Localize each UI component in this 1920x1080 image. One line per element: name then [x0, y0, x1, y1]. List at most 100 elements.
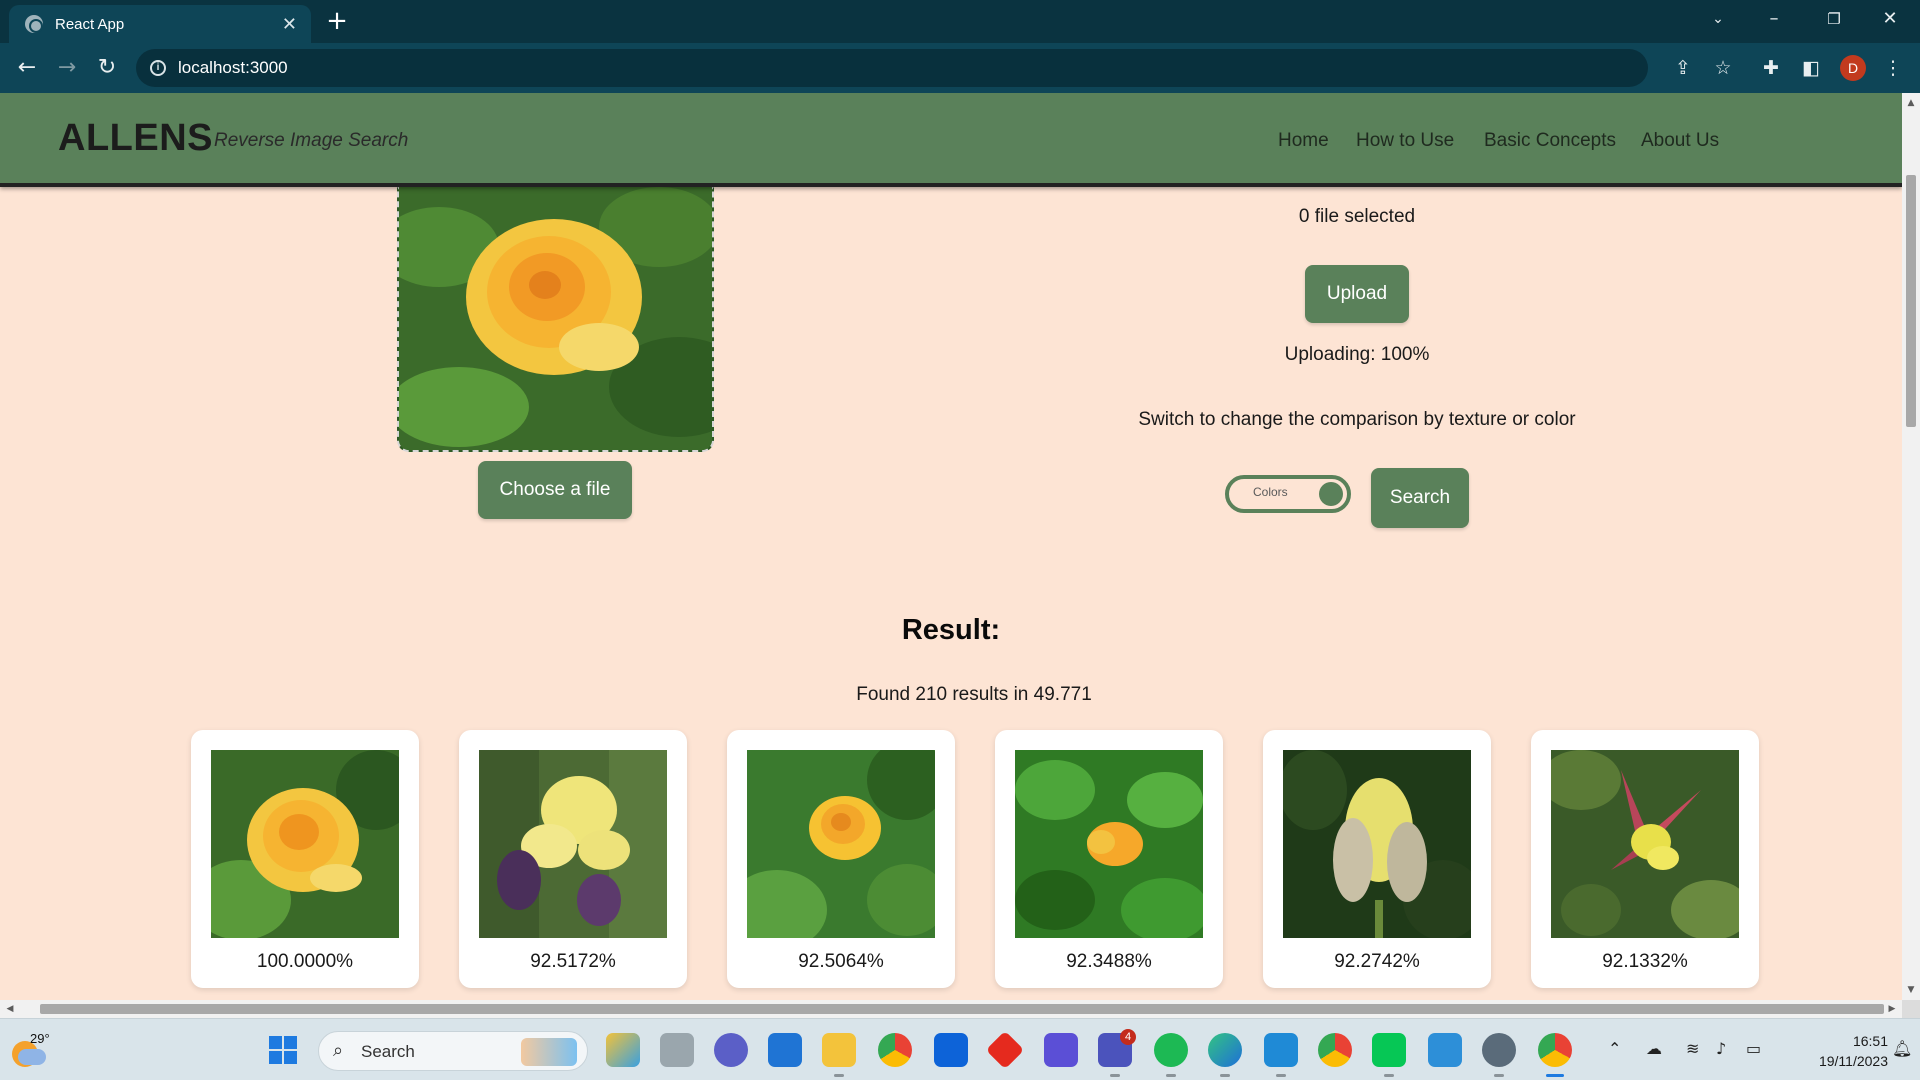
- result-score: 92.1332%: [1602, 951, 1688, 972]
- teams-badge: 4: [1120, 1029, 1136, 1045]
- taskbar-search-box[interactable]: ⌕ Search: [318, 1031, 588, 1071]
- browser-tab[interactable]: React App ✕: [9, 5, 311, 43]
- wifi-icon[interactable]: ≋: [1686, 1039, 1699, 1058]
- browser-tab-strip: React App ✕ + ⌄ – ❐ ✕: [0, 0, 1920, 43]
- running-indicator: [834, 1074, 844, 1077]
- extensions-icon[interactable]: ✚: [1758, 55, 1784, 81]
- scroll-down-icon[interactable]: ▼: [1902, 982, 1920, 998]
- weather-widget[interactable]: 29°: [12, 1031, 50, 1067]
- profile-avatar[interactable]: D: [1840, 55, 1866, 81]
- minimize-icon[interactable]: –: [1746, 0, 1802, 40]
- yellow-rose-image: [399, 187, 712, 450]
- running-indicator: [1166, 1074, 1176, 1077]
- scrollbar-corner: [1902, 1000, 1920, 1018]
- nav-basic-concepts[interactable]: Basic Concepts: [1484, 130, 1616, 152]
- vscode-icon[interactable]: [1264, 1033, 1298, 1067]
- choose-file-button[interactable]: Choose a file: [478, 461, 632, 519]
- notifications-bell-icon[interactable]: 🔔︎: [1892, 1039, 1912, 1058]
- result-card[interactable]: 92.3488%: [995, 730, 1223, 988]
- result-score: 100.0000%: [256, 951, 354, 972]
- edge-icon[interactable]: [1208, 1033, 1242, 1067]
- globe-icon: [25, 15, 43, 33]
- side-panel-icon[interactable]: ◧: [1798, 55, 1824, 81]
- file-status-text: 0 file selected: [1298, 206, 1416, 227]
- address-bar[interactable]: i localhost:3000: [136, 49, 1648, 87]
- nav-home[interactable]: Home: [1278, 130, 1329, 152]
- result-image-yellow-rose: [211, 750, 399, 938]
- result-score: 92.5172%: [530, 951, 616, 972]
- nav-about-us[interactable]: About Us: [1641, 130, 1719, 152]
- chrome-active-icon[interactable]: [1538, 1033, 1572, 1067]
- result-image-yellow-iris: [479, 750, 667, 938]
- tab-search-icon[interactable]: ⌄: [1690, 0, 1746, 40]
- show-hidden-icons-chevron-icon[interactable]: ⌃: [1608, 1039, 1621, 1058]
- result-card[interactable]: 100.0000%: [191, 730, 419, 988]
- file-explorer-icon[interactable]: [822, 1033, 856, 1067]
- share-icon[interactable]: ⇪: [1670, 55, 1696, 81]
- forward-icon[interactable]: →: [52, 53, 82, 83]
- teams-chat-icon[interactable]: [714, 1033, 748, 1067]
- clock-time: 16:51: [1852, 1033, 1888, 1049]
- upload-button[interactable]: Upload: [1305, 265, 1409, 323]
- purple-app-icon[interactable]: [1044, 1033, 1078, 1067]
- bookmark-star-icon[interactable]: ☆: [1710, 55, 1736, 81]
- new-tab-button[interactable]: +: [322, 6, 352, 36]
- window-close-icon[interactable]: ✕: [1862, 0, 1918, 40]
- result-score: 92.2742%: [1334, 951, 1420, 972]
- close-tab-icon[interactable]: ✕: [282, 14, 297, 35]
- dropbox-icon[interactable]: [934, 1033, 968, 1067]
- cloud-icon: [18, 1049, 46, 1065]
- windows-taskbar: 29° ⌕ Search 4 ⌃ ☁ ≋ ♪ ▭ 16:51 19/11/202…: [0, 1018, 1920, 1080]
- photos-icon[interactable]: [1428, 1033, 1462, 1067]
- search-icon: ⌕: [333, 1040, 344, 1060]
- scroll-up-icon[interactable]: ▲: [1902, 95, 1920, 111]
- result-score: 92.5064%: [798, 951, 884, 972]
- result-card[interactable]: 92.1332%: [1531, 730, 1759, 988]
- onedrive-icon[interactable]: ☁: [1646, 1039, 1662, 1058]
- result-image-columbine: [1551, 750, 1739, 938]
- active-app-indicator: [1546, 1074, 1564, 1077]
- vertical-scroll-thumb[interactable]: [1906, 175, 1916, 427]
- battery-icon[interactable]: ▭: [1746, 1039, 1761, 1058]
- back-icon[interactable]: ←: [12, 53, 42, 83]
- search-button[interactable]: Search: [1371, 468, 1469, 528]
- scroll-left-icon[interactable]: ◀: [2, 1000, 18, 1018]
- mail-icon[interactable]: [768, 1033, 802, 1067]
- chrome-profile-icon[interactable]: [1318, 1033, 1352, 1067]
- restore-icon[interactable]: ❐: [1806, 0, 1862, 40]
- comparison-mode-toggle[interactable]: Colors: [1225, 475, 1351, 513]
- menu-kebab-icon[interactable]: ⋮: [1880, 55, 1906, 81]
- scroll-right-icon[interactable]: ▶: [1884, 1000, 1900, 1018]
- clock-date: 19/11/2023: [1818, 1053, 1888, 1069]
- line-icon[interactable]: [1372, 1033, 1406, 1067]
- toggle-knob: [1319, 482, 1343, 506]
- toggle-label: Colors: [1253, 485, 1288, 499]
- result-image-yellow-iris-bud: [1283, 750, 1471, 938]
- running-indicator: [1276, 1074, 1286, 1077]
- nav-how-to-use[interactable]: How to Use: [1356, 130, 1454, 152]
- system-clock[interactable]: 16:51 19/11/2023: [1780, 1031, 1888, 1071]
- result-image-yellow-rose: [747, 750, 935, 938]
- result-card[interactable]: 92.5172%: [459, 730, 687, 988]
- teams-icon[interactable]: 4: [1098, 1029, 1136, 1067]
- uploaded-image-preview[interactable]: [397, 187, 714, 452]
- vertical-scrollbar[interactable]: ▲ ▼: [1902, 93, 1920, 1000]
- taskbar-search-label: Search: [361, 1042, 415, 1061]
- result-card[interactable]: 92.2742%: [1263, 730, 1491, 988]
- horizontal-scrollbar[interactable]: ◀ ▶: [0, 1000, 1902, 1018]
- site-info-icon[interactable]: i: [150, 60, 166, 76]
- reload-icon[interactable]: ↻: [92, 53, 122, 83]
- copilot-app-icon[interactable]: [606, 1033, 640, 1067]
- site-logo[interactable]: ALLENS: [58, 117, 213, 160]
- volume-icon[interactable]: ♪: [1716, 1039, 1726, 1058]
- windows-start-icon[interactable]: [266, 1033, 300, 1067]
- spotify-icon[interactable]: [1154, 1033, 1188, 1067]
- chrome-icon[interactable]: [878, 1033, 912, 1067]
- media-player-icon[interactable]: [1482, 1033, 1516, 1067]
- task-view-icon[interactable]: [660, 1033, 694, 1067]
- result-card[interactable]: 92.5064%: [727, 730, 955, 988]
- result-score: 92.3488%: [1066, 951, 1152, 972]
- running-indicator: [1494, 1074, 1504, 1077]
- red-diamond-app-icon[interactable]: [985, 1030, 1025, 1070]
- horizontal-scroll-thumb[interactable]: [40, 1004, 1884, 1014]
